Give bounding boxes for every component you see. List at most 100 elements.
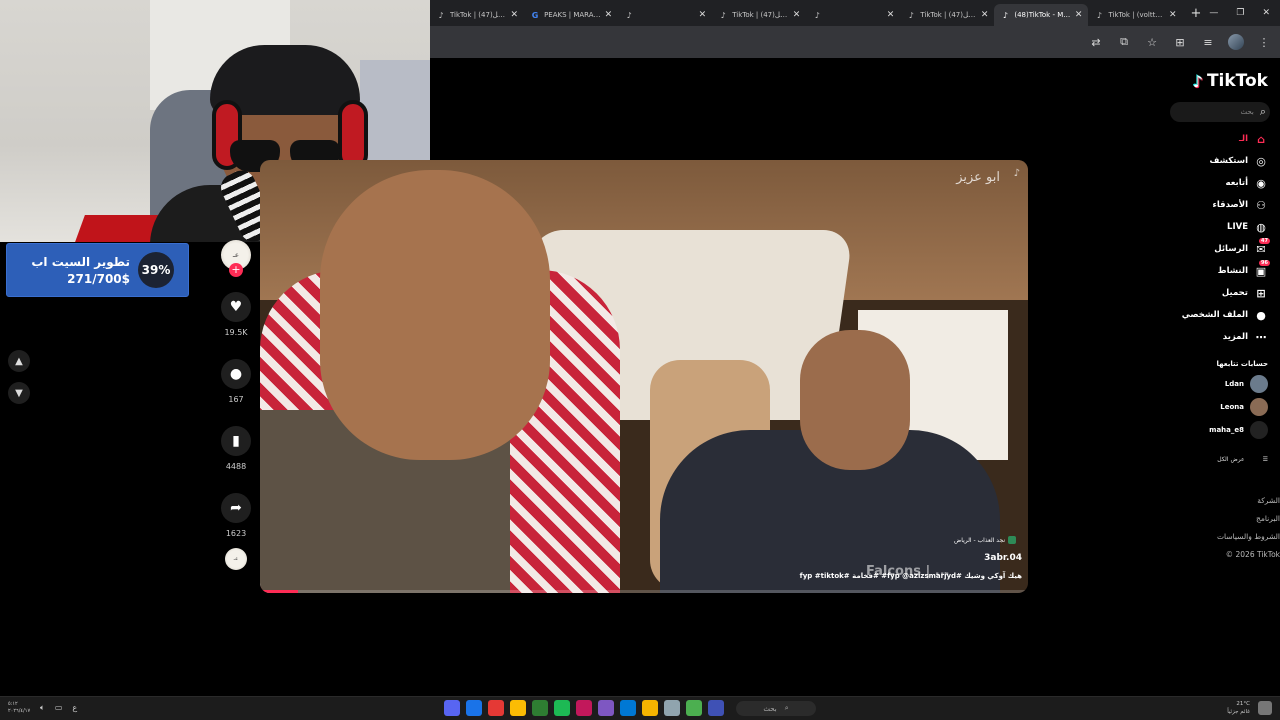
sound-avatar[interactable]: عـ <box>225 548 247 570</box>
browser-tab-bar: ♪ TikTok | الرسائل(47) ✕ G PEAKS | MARA - بح… <box>430 0 1280 26</box>
weather-widget[interactable]: 21°C غائم جزئياً <box>1227 700 1250 716</box>
close-tab-icon[interactable]: ✕ <box>605 10 613 20</box>
close-tab-icon[interactable]: ✕ <box>511 10 519 20</box>
taskbar-app-icon[interactable] <box>488 700 504 716</box>
following-account[interactable]: Leona <box>1178 398 1268 416</box>
like-count: 19.5K <box>224 328 248 337</box>
sidebar-item-activity[interactable]: النشاط ▣ 96 <box>1158 259 1270 282</box>
comment-button[interactable]: ● <box>221 359 251 389</box>
logo-text: TikTok <box>1206 71 1268 91</box>
sidebar-item-messages[interactable]: الرسائل ✉ 47 <box>1158 237 1270 260</box>
taskbar-app-icon[interactable] <box>620 700 636 716</box>
taskbar-app-icon[interactable] <box>510 700 526 716</box>
browser-tab[interactable]: ♪ TikTok | الرسائل(47) ✕ <box>712 4 806 26</box>
video-player[interactable]: ابو عزيز ♪ Falcons | ... نجد العذاب - ال… <box>260 160 1028 593</box>
search-icon[interactable]: ⌕ <box>1260 105 1266 119</box>
network-icon[interactable]: ▭ <box>55 703 63 713</box>
tiktok-icon: ♪ <box>814 10 820 20</box>
restore-icon[interactable]: ❐ <box>1236 8 1244 18</box>
follow-plus-icon[interactable]: + <box>229 263 243 277</box>
translate-icon[interactable]: ⇄ <box>1088 36 1104 49</box>
close-tab-icon[interactable]: ✕ <box>1169 10 1177 20</box>
next-video-button[interactable]: ▼ <box>8 382 30 404</box>
footer-link[interactable]: الشروط والسياسات <box>1200 528 1280 546</box>
browser-menu-icon[interactable]: ⋮ <box>1256 36 1272 49</box>
browser-tab[interactable]: ♪ ✕ <box>806 4 900 26</box>
taskbar-app-icon[interactable] <box>576 700 592 716</box>
chevron-up-icon: ▲ <box>15 355 23 367</box>
volume-icon[interactable]: 🔈︎ <box>40 703 45 713</box>
video-progress-bar[interactable] <box>260 590 1028 593</box>
share-count: 1623 <box>225 529 247 538</box>
following-icon: ◉ <box>1256 176 1266 190</box>
video-progress-fill <box>260 590 299 593</box>
tab-title: TikTok | الرسائل(47) <box>920 11 977 19</box>
install-app-icon[interactable]: ⧉ <box>1116 35 1132 49</box>
previous-video-button[interactable]: ▲ <box>8 350 30 372</box>
video-username[interactable]: 3abr.04 <box>984 553 1022 563</box>
share-arrow-icon: ➦ <box>230 500 242 516</box>
language-icon[interactable]: ع <box>72 703 77 713</box>
following-account[interactable]: Ldan <box>1178 375 1268 393</box>
following-header: حسابات تتابعها <box>1216 360 1268 368</box>
close-tab-icon[interactable]: ✕ <box>699 10 707 20</box>
sidebar-item-home[interactable]: الـ ⌂ <box>1158 128 1268 150</box>
taskbar-search[interactable]: بحث ⌕ <box>736 701 816 716</box>
account-avatar <box>1250 398 1268 416</box>
close-tab-icon[interactable]: ✕ <box>1075 10 1083 20</box>
footer-link[interactable]: © 2026 TikTok <box>1200 546 1280 564</box>
taskbar-app-icon[interactable] <box>598 700 614 716</box>
taskbar-app-icon[interactable] <box>554 700 570 716</box>
minimize-icon[interactable]: — <box>1209 8 1218 18</box>
creator-avatar[interactable]: عـ + <box>221 240 251 277</box>
sidebar-item-upload[interactable]: تحميل ⊞ <box>1158 282 1268 304</box>
save-button[interactable]: ▮ <box>221 426 251 456</box>
close-tab-icon[interactable]: ✕ <box>887 10 895 20</box>
sidebar-item-friends[interactable]: الأصدقاء ⚇ <box>1158 194 1268 216</box>
taskbar-app-icon[interactable] <box>444 700 460 716</box>
taskbar-app-icon[interactable] <box>708 700 724 716</box>
taskbar-app-icon[interactable] <box>466 700 482 716</box>
extensions-icon[interactable]: ⊞ <box>1172 36 1188 49</box>
profile-avatar[interactable] <box>1228 34 1244 50</box>
browser-tab[interactable]: ♪ TikTok | (volttzok7e@) ~(47) ✕ <box>1088 4 1182 26</box>
google-icon: G <box>531 10 539 20</box>
close-tab-icon[interactable]: ✕ <box>793 10 801 20</box>
sidebar-item-live[interactable]: LIVE ◍ <box>1158 216 1268 238</box>
browser-tab[interactable]: ♪ TikTok | الرسائل(47) ✕ <box>900 4 994 26</box>
tab-title: PEAKS | MARA - بحث Google <box>544 11 601 19</box>
bookmark-star-icon[interactable]: ☆ <box>1144 36 1160 49</box>
sidebar-item-following[interactable]: أتابعه ◉ <box>1158 172 1268 194</box>
search-input[interactable]: بحث ⌕ <box>1170 102 1270 122</box>
tiktok-logo[interactable]: ♪ TikTok <box>1193 71 1268 91</box>
sidebar-item-compass[interactable]: استكشف ◎ <box>1158 150 1268 172</box>
browser-tab[interactable]: G PEAKS | MARA - بحث Google ✕ <box>524 4 618 26</box>
sidebar-item-label: LIVE <box>1227 222 1248 232</box>
sidebar-item-profile[interactable]: الملف الشخصي ● <box>1158 304 1268 326</box>
media-controls-icon[interactable]: ≡ <box>1200 36 1216 49</box>
tiktok-icon: ♪ <box>438 10 444 20</box>
browser-tab[interactable]: ♪ TikTok | الرسائل(47) ✕ <box>430 4 524 26</box>
more-icon: ⋯ <box>1255 330 1267 344</box>
music-note-icon <box>1008 536 1016 544</box>
footer-link[interactable]: الشركة <box>1200 492 1280 510</box>
sidebar-item-more[interactable]: المزيد ⋯ <box>1158 326 1268 348</box>
footer-link[interactable]: البرنامج <box>1200 510 1280 528</box>
taskbar-app-icon[interactable] <box>642 700 658 716</box>
tab-title: (48)TikTok - Make Your <box>1014 11 1071 19</box>
browser-tab[interactable]: ♪ (48)TikTok - Make Your ✕ <box>994 4 1089 26</box>
music-label[interactable]: نجد العذاب - الرياض <box>954 536 1016 544</box>
close-window-icon[interactable]: ✕ <box>1262 8 1270 18</box>
like-button[interactable]: ♥ <box>221 292 251 322</box>
browser-tab[interactable]: ♪ ✕ <box>618 4 712 26</box>
taskbar-app-icon[interactable] <box>664 700 680 716</box>
following-account[interactable]: maha_e8 <box>1178 421 1268 439</box>
bookmark-icon: ▮ <box>232 433 240 449</box>
taskbar-app-icon[interactable] <box>532 700 548 716</box>
see-all-button[interactable]: عرض الكل ☰ <box>1217 456 1268 463</box>
share-button[interactable]: ➦ <box>221 493 251 523</box>
taskbar-clock[interactable]: ٥:١٢ ٢٠٢٦/٤/١٧ <box>8 701 30 715</box>
taskbar-app-icon[interactable] <box>686 700 702 716</box>
new-tab-button[interactable]: + <box>1183 6 1210 21</box>
close-tab-icon[interactable]: ✕ <box>981 10 989 20</box>
